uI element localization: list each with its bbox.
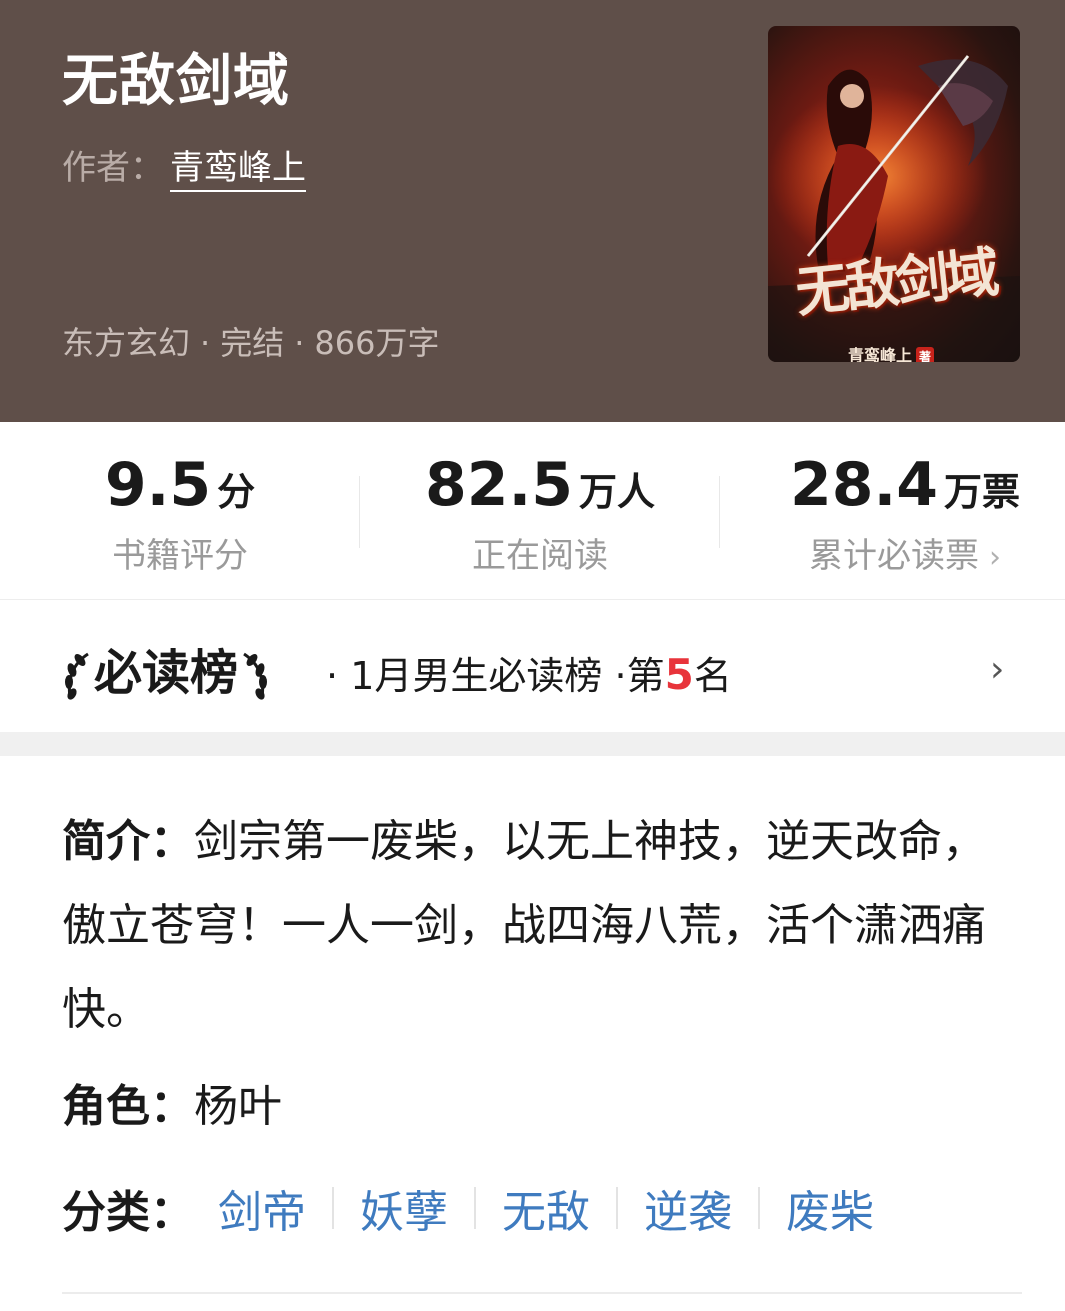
tag-divider xyxy=(616,1187,618,1229)
stat-divider xyxy=(719,476,720,548)
stat-divider xyxy=(359,476,360,548)
ranking-dot: · xyxy=(326,654,339,698)
ranking-position: 5 xyxy=(664,650,694,699)
intro-text: 剑宗第一废柴，以无上神技，逆天改命，傲立苍穹！一人一剑，战四海八荒，活个潇洒痛快… xyxy=(62,816,986,1035)
book-title: 无敌剑域 xyxy=(62,49,290,114)
author-row: 作者： 青鸾峰上 xyxy=(62,140,306,192)
book-status: 完结 xyxy=(220,324,285,362)
ranking-list-name: 1月男生必读榜 xyxy=(350,654,603,698)
stat-unit: 万人 xyxy=(579,470,656,514)
role-name: 杨叶 xyxy=(194,1081,282,1132)
tag-link[interactable]: 妖孽 xyxy=(360,1176,448,1240)
chevron-right-icon: › xyxy=(990,649,1005,690)
stat-readers: 82.5 万人 正在阅读 xyxy=(420,450,660,577)
role-label: 角色： xyxy=(62,1081,194,1132)
ranking-text: · 1月男生必读榜 ·第5名 xyxy=(326,645,732,700)
stat-value: 82.5 xyxy=(424,450,574,520)
meta-dot: · xyxy=(294,324,305,362)
tag-link[interactable]: 逆袭 xyxy=(644,1176,732,1240)
chevron-right-icon: › xyxy=(989,540,1001,575)
tags-label: 分类： xyxy=(62,1187,194,1238)
stat-label: 累计必读票 xyxy=(809,536,979,576)
book-header: 无敌剑域 作者： 青鸾峰上 东方玄幻 · 完结 · 866万字 无敌剑域 青鸾峰… xyxy=(0,0,1065,422)
stat-value: 9.5 xyxy=(104,450,212,520)
intro-label: 简介： xyxy=(62,816,194,867)
book-category: 东方玄幻 xyxy=(62,324,191,362)
book-word-count: 866万字 xyxy=(314,324,440,362)
tag-link[interactable]: 剑帝 xyxy=(218,1176,306,1240)
ranking-suffix: 名 xyxy=(693,654,732,698)
meta-dot: · xyxy=(200,324,211,362)
tag-link[interactable]: 废柴 xyxy=(786,1176,874,1240)
stat-unit: 万票 xyxy=(944,470,1021,514)
laurel-left-icon xyxy=(65,652,89,700)
ranking-dot: · xyxy=(614,654,627,698)
book-meta: 东方玄幻 · 完结 · 866万字 xyxy=(62,318,439,364)
ranking-badge-label: 必读榜 xyxy=(94,645,239,701)
stat-votes[interactable]: 28.4 万票 累计必读票 › xyxy=(780,450,1030,577)
tags-row: 分类： 剑帝 妖孽 无敌 逆袭 废柴 xyxy=(62,1176,874,1240)
cover-author-name: 青鸾峰上 xyxy=(848,346,913,362)
cover-author-badge: 著 xyxy=(916,347,935,362)
book-intro: 简介：剑宗第一废柴，以无上神技，逆天改命，傲立苍穹！一人一剑，战四海八荒，活个潇… xyxy=(62,800,1022,1052)
role-row: 角色：杨叶 xyxy=(62,1070,282,1134)
bottom-divider xyxy=(62,1292,1022,1294)
stat-rating: 9.5 分 书籍评分 xyxy=(90,450,270,577)
tag-divider xyxy=(758,1187,760,1229)
stats-bar: 9.5 分 书籍评分 82.5 万人 正在阅读 28.4 万票 累计必读票 › xyxy=(0,422,1065,600)
stat-value: 28.4 xyxy=(789,450,939,520)
cover-author: 青鸾峰上著 xyxy=(848,342,935,362)
tag-divider xyxy=(474,1187,476,1229)
laurel-right-icon xyxy=(243,652,268,700)
section-divider xyxy=(0,732,1065,756)
ranking-row[interactable]: 必读榜 · 1月男生必读榜 ·第5名 › xyxy=(0,601,1065,732)
stat-label: 正在阅读 xyxy=(472,536,608,576)
author-link[interactable]: 青鸾峰上 xyxy=(170,148,306,192)
author-label: 作者： xyxy=(62,148,164,188)
book-cover[interactable]: 无敌剑域 青鸾峰上著 xyxy=(768,26,1020,362)
stat-label-link[interactable]: 累计必读票 › xyxy=(780,528,1030,577)
stat-unit: 分 xyxy=(217,470,256,514)
stat-label: 书籍评分 xyxy=(112,536,248,576)
ranking-badge: 必读榜 xyxy=(60,633,272,704)
tag-divider xyxy=(332,1187,334,1229)
tag-link[interactable]: 无敌 xyxy=(502,1176,590,1240)
ranking-prefix: 第 xyxy=(626,654,665,698)
